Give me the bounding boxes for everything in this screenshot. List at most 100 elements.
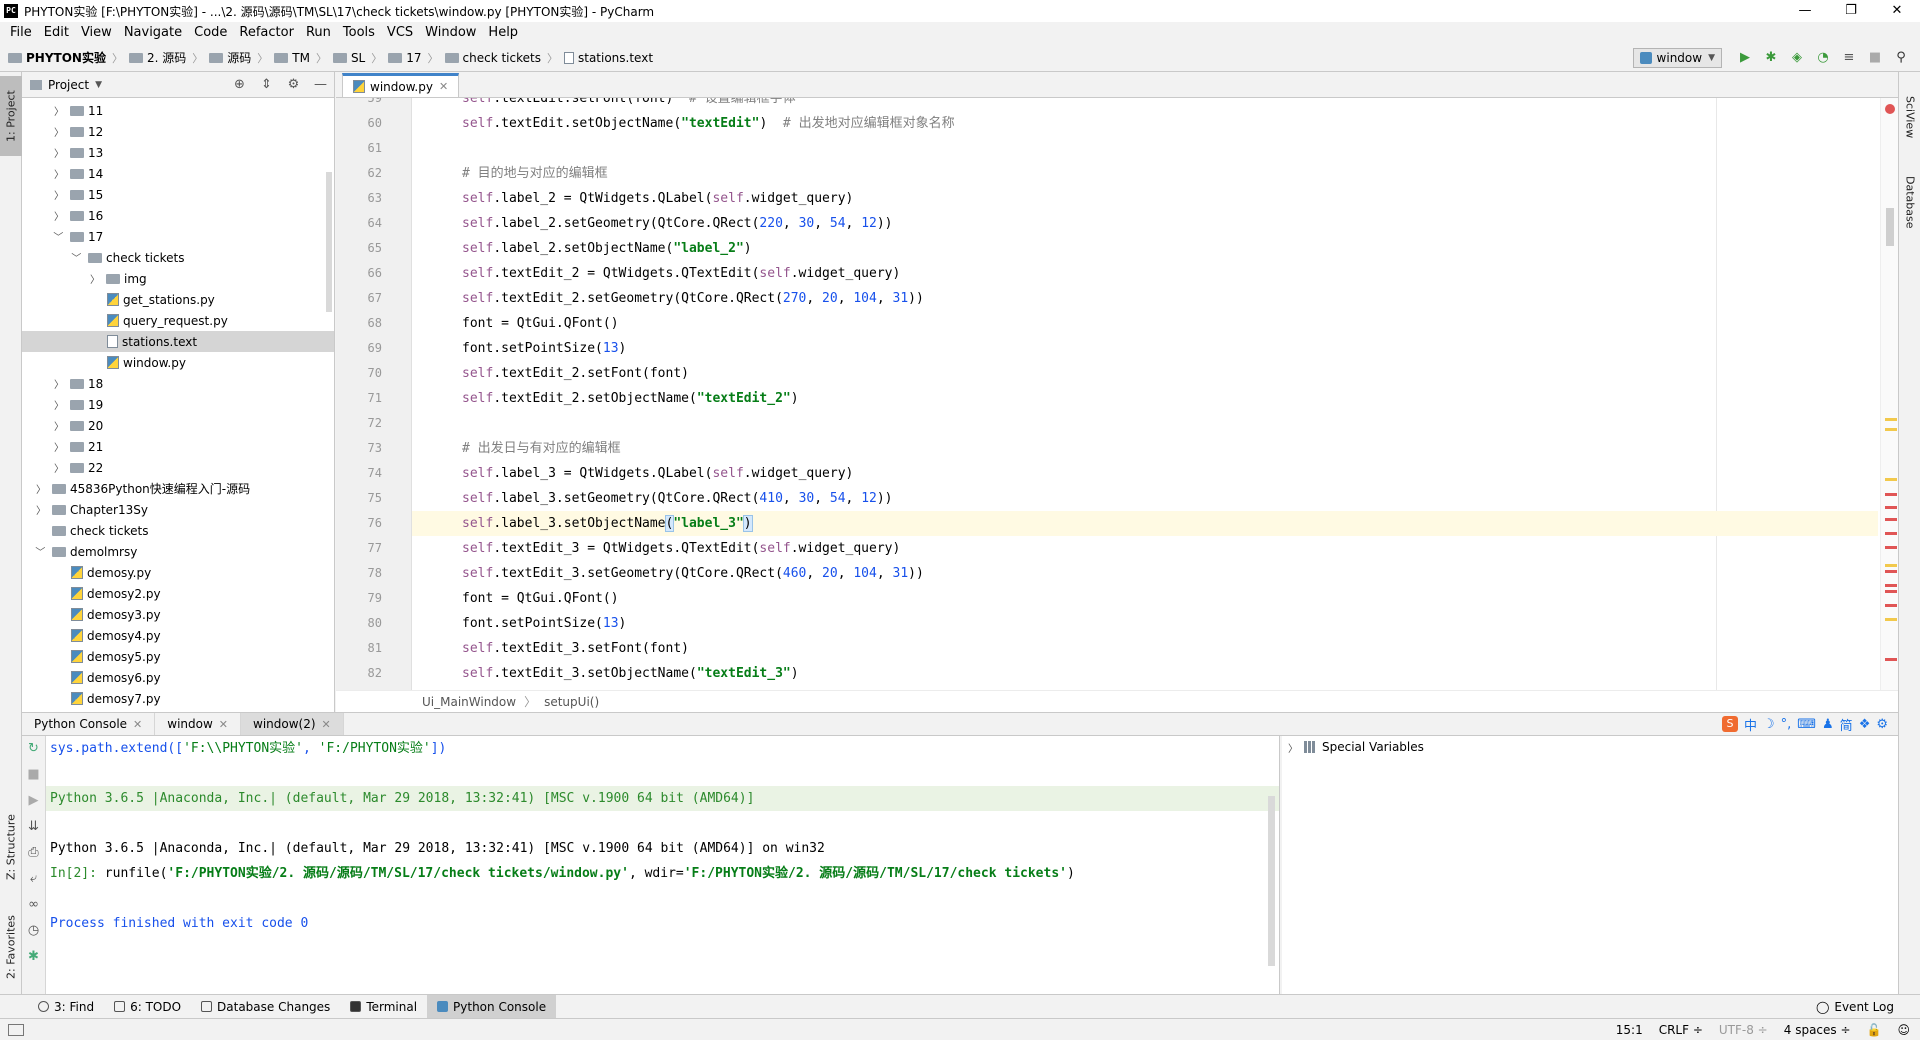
close-button[interactable]: ✕ — [1874, 0, 1920, 22]
warning-stripe-mark[interactable] — [1885, 564, 1897, 567]
warning-stripe-mark[interactable] — [1885, 418, 1897, 421]
stop-icon[interactable]: ■ — [1862, 46, 1888, 70]
chevron-right-icon[interactable]: 〉 — [52, 145, 66, 160]
editor-scrollbar[interactable] — [1886, 208, 1894, 246]
editor-breadcrumb-method[interactable]: setupUi() — [544, 695, 599, 709]
chevron-right-icon[interactable]: 〉 — [1288, 740, 1298, 755]
code-line[interactable]: 66 self.textEdit_2 = QtWidgets.QTextEdit(… — [368, 261, 1878, 286]
error-stripe-mark[interactable] — [1885, 604, 1897, 607]
python-console-output[interactable]: sys.path.extend(['F:\\PHYTON实验', 'F:/PHY… — [46, 736, 1280, 994]
chevron-right-icon[interactable]: 〉 — [52, 124, 66, 139]
history-icon[interactable]: ◷ — [22, 918, 45, 944]
inspector-icon[interactable]: ☺ — [1897, 1023, 1910, 1037]
close-icon[interactable]: ✕ — [322, 718, 331, 731]
code-line[interactable]: 67 self.textEdit_2.setGeometry(QtCore.QRe… — [368, 286, 1878, 311]
tree-file[interactable]: stations.text — [22, 331, 334, 352]
chevron-down-icon[interactable]: 〉 — [34, 545, 49, 559]
close-icon[interactable]: ✕ — [133, 718, 142, 731]
error-stripe-mark[interactable] — [1885, 584, 1897, 587]
tree-file[interactable]: demosy6.py — [22, 667, 334, 688]
menu-run[interactable]: Run — [300, 22, 337, 44]
warning-stripe-mark[interactable] — [1885, 478, 1897, 481]
close-icon[interactable]: ✕ — [219, 718, 228, 731]
error-stripe-mark[interactable] — [1885, 590, 1897, 593]
soft-wrap-icon[interactable]: ⤶ — [22, 866, 45, 892]
chevron-right-icon[interactable]: 〉 — [52, 418, 66, 433]
menu-help[interactable]: Help — [482, 22, 524, 44]
tree-file[interactable]: window.py — [22, 352, 334, 373]
code-line[interactable]: 61 — [368, 136, 1878, 161]
tree-folder[interactable]: 〉 13 — [22, 142, 334, 163]
code-line[interactable]: 74 self.label_3 = QtWidgets.QLabel(self.w… — [368, 461, 1878, 486]
code-line[interactable]: 73 # 出发日与有对应的编辑框 — [368, 436, 1878, 461]
ime-chinese-toggle[interactable]: 中 — [1744, 715, 1757, 734]
error-stripe-mark[interactable] — [1885, 658, 1897, 661]
breadcrumb-item[interactable]: SL — [332, 51, 365, 65]
tab-window-2[interactable]: window(2) ✕ — [241, 713, 344, 735]
tree-file[interactable]: demosy3.py — [22, 604, 334, 625]
tree-folder[interactable]: 〉 14 — [22, 163, 334, 184]
editor-tab-window-py[interactable]: window.py ✕ — [342, 73, 460, 97]
tree-folder[interactable]: 〉 20 — [22, 415, 334, 436]
code-line[interactable]: 69 font.setPointSize(13) — [368, 336, 1878, 361]
code-line[interactable]: 78 self.textEdit_3.setGeometry(QtCore.QRe… — [368, 561, 1878, 586]
collapse-all-icon[interactable]: ⇕ — [253, 77, 280, 92]
tree-folder[interactable]: 〉 demolmrsy — [22, 541, 334, 562]
tree-folder[interactable]: 〉 19 — [22, 394, 334, 415]
tree-folder[interactable]: 〉 check tickets — [22, 247, 334, 268]
error-icon[interactable] — [1885, 104, 1895, 114]
tab-python-console[interactable]: Python Console ✕ — [22, 713, 156, 735]
warning-stripe-mark[interactable] — [1885, 428, 1897, 431]
user-icon[interactable]: ♟ — [1822, 717, 1834, 732]
chevron-right-icon[interactable]: 〉 — [52, 187, 66, 202]
chevron-down-icon[interactable]: ▼ — [95, 80, 102, 90]
code-line[interactable]: 64 self.label_2.setGeometry(QtCore.QRect(… — [368, 211, 1878, 236]
tree-file[interactable]: demosy4.py — [22, 625, 334, 646]
tree-folder[interactable]: 〉 11 — [22, 100, 334, 121]
chevron-right-icon[interactable]: 〉 — [88, 271, 102, 286]
error-stripe-mark[interactable] — [1885, 493, 1897, 496]
editor-breadcrumb-class[interactable]: Ui_MainWindow — [422, 695, 516, 709]
code-line[interactable]: 70 self.textEdit_2.setFont(font) — [368, 361, 1878, 386]
execute-icon[interactable]: ▶ — [22, 788, 45, 814]
terminal-tool-tab[interactable]: Terminal — [340, 995, 427, 1019]
chevron-right-icon[interactable]: 〉 — [52, 397, 66, 412]
ime-simplified-toggle[interactable]: 简 — [1840, 715, 1853, 734]
maximize-button[interactable]: ❐ — [1828, 0, 1874, 22]
project-scrollbar[interactable] — [326, 172, 332, 312]
chevron-down-icon[interactable]: 〉 — [52, 230, 67, 244]
coverage-icon[interactable]: ◈ — [1784, 46, 1810, 70]
error-stripe-mark[interactable] — [1885, 506, 1897, 509]
hide-icon[interactable]: — — [307, 77, 334, 92]
console-scrollbar[interactable] — [1268, 796, 1275, 966]
code-line[interactable]: 59 self.textEdit.setFont(font) # 设置编辑框字体 — [368, 98, 1878, 111]
chevron-right-icon[interactable]: 〉 — [52, 103, 66, 118]
menu-code[interactable]: Code — [188, 22, 233, 44]
special-variables-row[interactable]: 〉 Special Variables — [1282, 736, 1898, 758]
breadcrumb-item[interactable]: PHYTON实验 — [8, 49, 106, 66]
chevron-down-icon[interactable]: 〉 — [70, 251, 85, 265]
sciview-tool-tab[interactable]: SciView — [1899, 82, 1920, 152]
stop-icon[interactable]: ■ — [22, 762, 45, 788]
tool-window-toggle-icon[interactable] — [8, 1023, 24, 1036]
locate-icon[interactable]: ⊕ — [226, 77, 253, 92]
tree-file[interactable]: demosy2.py — [22, 583, 334, 604]
breadcrumb-file[interactable]: stations.text — [563, 51, 653, 65]
code-line[interactable]: 72 — [368, 411, 1878, 436]
python-console-tool-tab[interactable]: Python Console — [427, 994, 557, 1019]
rerun-icon[interactable]: ↻ — [22, 736, 45, 762]
tree-file[interactable]: demosy7.py — [22, 688, 334, 709]
code-line[interactable]: 80 font.setPointSize(13) — [368, 611, 1878, 636]
menu-tools[interactable]: Tools — [337, 22, 381, 44]
code-line[interactable]: 62 # 目的地与对应的编辑框 — [368, 161, 1878, 186]
chevron-right-icon[interactable]: 〉 — [34, 502, 48, 517]
show-variables-icon[interactable]: ∞ — [22, 892, 45, 918]
menu-vcs[interactable]: VCS — [381, 22, 419, 44]
file-encoding[interactable]: UTF-8 ÷ — [1719, 1023, 1768, 1037]
tree-folder[interactable]: 〉 45836Python快速编程入门-源码 — [22, 478, 334, 499]
todo-tool-tab[interactable]: 6: TODO — [104, 995, 191, 1019]
code-line[interactable]: 82 self.textEdit_3.setObjectName("textEdi… — [368, 661, 1878, 686]
breadcrumb-item[interactable]: check tickets — [444, 51, 541, 65]
error-stripe-mark[interactable] — [1885, 532, 1897, 535]
search-icon[interactable]: ⚲ — [1888, 46, 1914, 70]
